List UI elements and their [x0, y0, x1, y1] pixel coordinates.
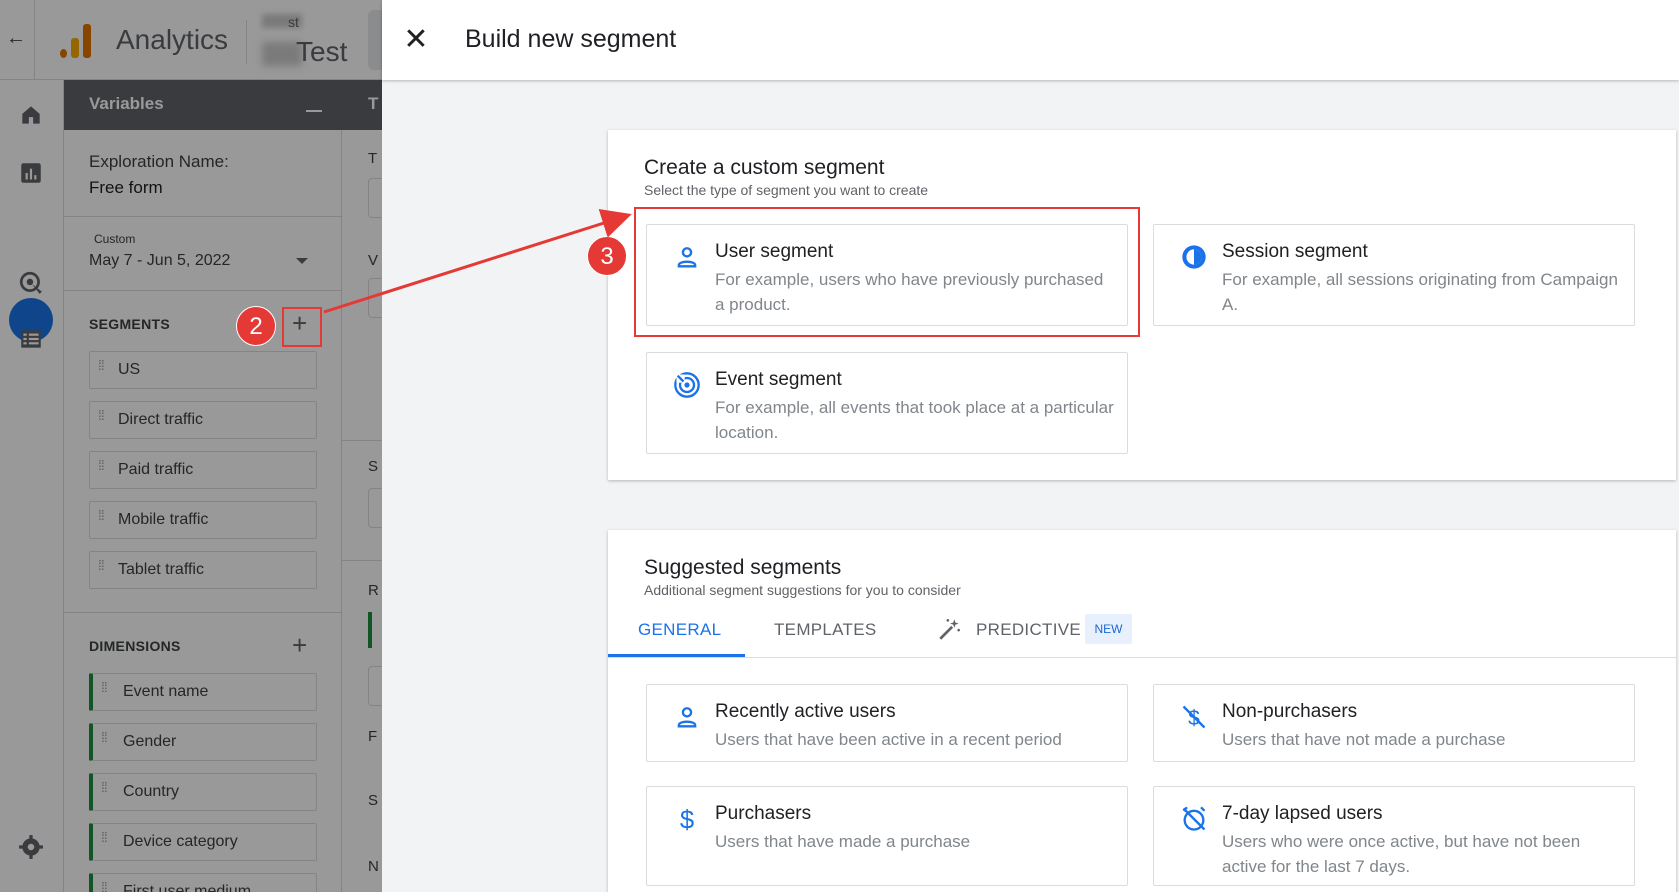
session-segment-option[interactable]: Session segment For example, all session…	[1153, 224, 1635, 326]
option-name: Event segment	[715, 369, 842, 390]
tab-predictive[interactable]: PREDICTIVE	[976, 620, 1081, 640]
suggested-item[interactable]: Recently active users Users that have be…	[646, 684, 1128, 762]
user-segment-highlight	[634, 207, 1140, 337]
panel-title: Build new segment	[465, 25, 677, 53]
person-icon	[673, 703, 701, 731]
item-description: Users that have made a purchase	[715, 832, 971, 851]
suggested-item[interactable]: 7-day lapsed users Users who were once a…	[1153, 786, 1635, 886]
suggested-item[interactable]: $ Non-purchasers Users that have not mad…	[1153, 684, 1635, 762]
tab-general[interactable]: GENERAL	[638, 620, 721, 640]
alarm-off-icon	[1180, 805, 1208, 833]
event-icon	[673, 371, 701, 399]
option-description: For example, all events that took place …	[715, 398, 1114, 442]
suggested-item[interactable]: $ Purchasers Users that have made a purc…	[646, 786, 1128, 886]
item-name: Recently active users	[715, 701, 896, 722]
custom-segment-title: Create a custom segment	[644, 156, 885, 179]
item-description: Users that have been active in a recent …	[715, 730, 1062, 749]
active-tab-indicator	[608, 654, 745, 657]
custom-segment-subtitle: Select the type of segment you want to c…	[644, 182, 929, 198]
suggested-segments-title: Suggested segments	[644, 556, 842, 579]
suggested-tabs: GENERAL TEMPLATES PREDICTIVE NEW	[608, 606, 1676, 658]
item-description: Users who were once active, but have not…	[1222, 832, 1581, 876]
suggested-segments-subtitle: Additional segment suggestions for you t…	[644, 582, 961, 598]
option-description: For example, all sessions originating fr…	[1222, 270, 1618, 314]
step-3-badge: 3	[587, 236, 627, 276]
option-name: Session segment	[1222, 241, 1368, 262]
tab-templates[interactable]: TEMPLATES	[774, 620, 877, 640]
item-name: Purchasers	[715, 803, 812, 824]
event-segment-option[interactable]: Event segment For example, all events th…	[646, 352, 1128, 454]
close-icon[interactable]: ✕	[398, 22, 434, 58]
item-name: 7-day lapsed users	[1222, 803, 1383, 824]
step-2-badge: 2	[236, 306, 276, 346]
new-badge: NEW	[1085, 614, 1132, 644]
dollar-icon: $	[673, 805, 701, 834]
no-purchase-icon: $	[1180, 703, 1208, 731]
suggested-segments-card: Suggested segments Additional segment su…	[608, 530, 1676, 892]
panel-header: ✕ Build new segment	[382, 0, 1679, 80]
modal-scrim[interactable]	[0, 0, 382, 892]
item-description: Users that have not made a purchase	[1222, 730, 1506, 749]
svg-text:$: $	[680, 806, 694, 833]
add-segment-highlight	[282, 307, 322, 347]
item-name: Non-purchasers	[1222, 701, 1358, 722]
build-segment-panel: ✕ Build new segment Create a custom segm…	[382, 0, 1679, 892]
session-icon	[1180, 243, 1208, 271]
magic-wand-icon	[937, 616, 963, 642]
